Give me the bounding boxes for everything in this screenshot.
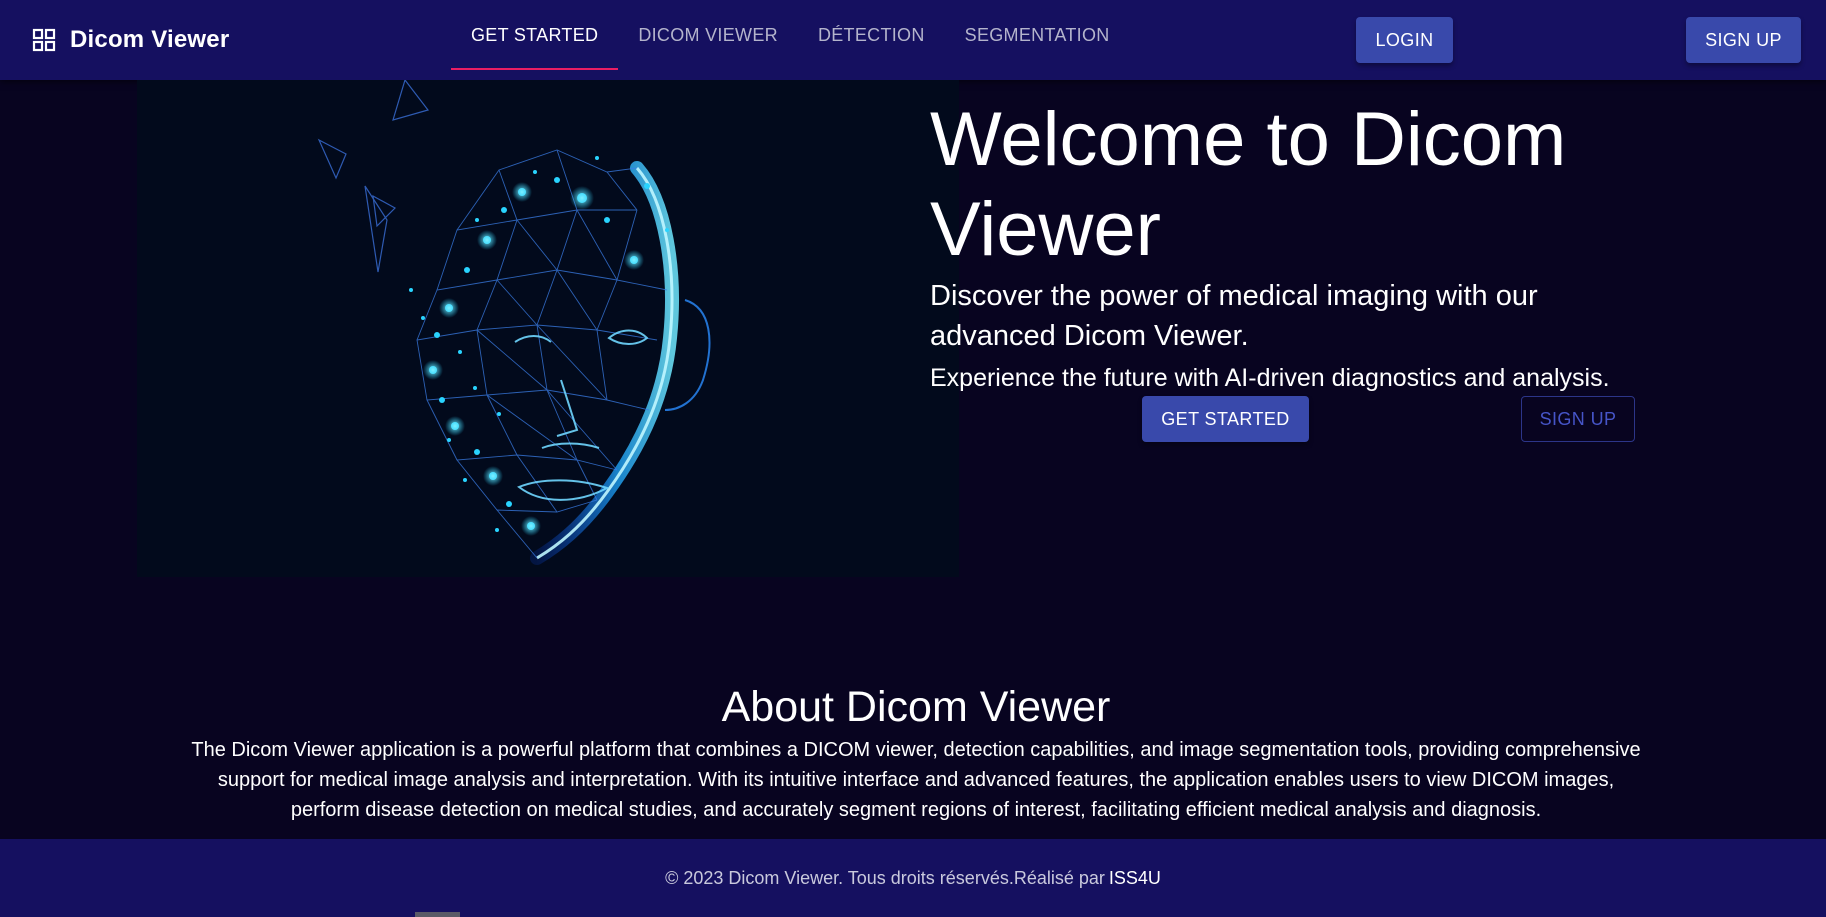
- horizontal-scrollbar-thumb[interactable]: [415, 912, 460, 917]
- hero-tagline: Experience the future with AI-driven dia…: [930, 364, 1610, 392]
- about-title: About Dicom Viewer: [721, 683, 1111, 731]
- tab-get-started[interactable]: GET STARTED: [451, 0, 619, 70]
- brand-title: Dicom Viewer: [70, 26, 230, 53]
- footer-copyright: © 2023 Dicom Viewer. Tous droits réservé…: [665, 867, 1105, 888]
- apps-grid-icon: [32, 28, 56, 52]
- nav-signup-button[interactable]: SIGN UP: [1686, 17, 1801, 63]
- footer: © 2023 Dicom Viewer. Tous droits réservé…: [0, 839, 1826, 917]
- hero-signup-button[interactable]: SIGN UP: [1521, 396, 1635, 442]
- tab-segmentation[interactable]: SEGMENTATION: [945, 0, 1130, 70]
- hero-face-image: [137, 80, 959, 577]
- wireframe-face-illustration: [137, 80, 959, 577]
- about-description: The Dicom Viewer application is a powerf…: [191, 739, 1641, 821]
- top-navbar: Dicom Viewer GET STARTED DICOM VIEWER DÉ…: [0, 0, 1826, 80]
- main-nav-tabs: GET STARTED DICOM VIEWER DÉTECTION SEGME…: [451, 0, 1130, 70]
- brand[interactable]: Dicom Viewer: [32, 26, 229, 54]
- hero-subtitle: Discover the power of medical imaging wi…: [930, 280, 1538, 352]
- hero-title: Welcome to Dicom Viewer: [930, 97, 1567, 272]
- login-button[interactable]: LOGIN: [1356, 17, 1453, 63]
- get-started-button[interactable]: GET STARTED: [1142, 396, 1309, 442]
- tab-detection[interactable]: DÉTECTION: [798, 0, 945, 70]
- tab-dicom-viewer[interactable]: DICOM VIEWER: [618, 0, 798, 70]
- footer-iss4u-link[interactable]: ISS4U: [1109, 868, 1161, 889]
